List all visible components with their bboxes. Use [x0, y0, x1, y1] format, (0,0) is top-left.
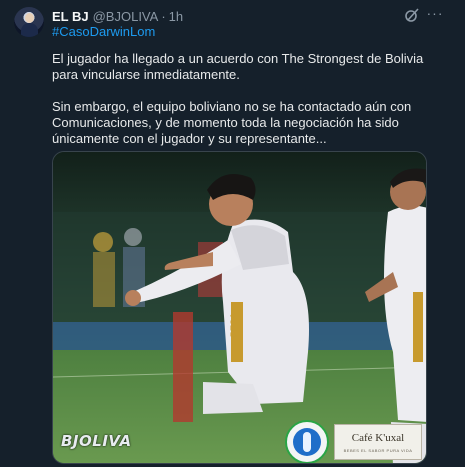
tweet-card[interactable]: EL BJ @BJOLIVA · 1h #CasoDarwinLom ··· E… [0, 0, 465, 467]
author-handle[interactable]: @BJOLIVA [93, 9, 159, 24]
jersey-print: PESA [229, 312, 239, 337]
sponsor-logo: Café K'uxal BEBES EL SABOR PURA VIDA [334, 424, 422, 460]
grok-icon[interactable] [404, 7, 420, 23]
avatar-head [25, 13, 34, 23]
tweet-media-image[interactable]: PESA BJOLIVA Café K'uxal BEBES EL SABOR … [52, 151, 427, 464]
more-horizontal-icon[interactable]: ··· [426, 6, 444, 22]
tweet-timestamp[interactable]: 1h [169, 9, 183, 24]
tweet-text: El jugador ha llegado a un acuerdo con T… [52, 51, 442, 147]
sponsor-tagline: BEBES EL SABOR PURA VIDA [343, 448, 413, 453]
club-crest-logo [285, 420, 329, 463]
avatar-body [21, 23, 38, 37]
author-display-name[interactable]: EL BJ [52, 9, 89, 24]
separator-dot: · [161, 8, 166, 24]
watermark-text: BJOLIVA [61, 432, 132, 450]
hashtag-link[interactable]: #CasoDarwinLom [52, 24, 155, 39]
tweet-paragraph-2: Sin embargo, el equipo boliviano no se h… [52, 99, 412, 146]
tweet-paragraph-1: El jugador ha llegado a un acuerdo con T… [52, 51, 424, 82]
football-photo: PESA [53, 152, 426, 463]
avatar[interactable] [14, 7, 44, 37]
sponsor-name: Café K'uxal [351, 432, 405, 444]
tweet-header: EL BJ @BJOLIVA · 1h [52, 8, 183, 24]
